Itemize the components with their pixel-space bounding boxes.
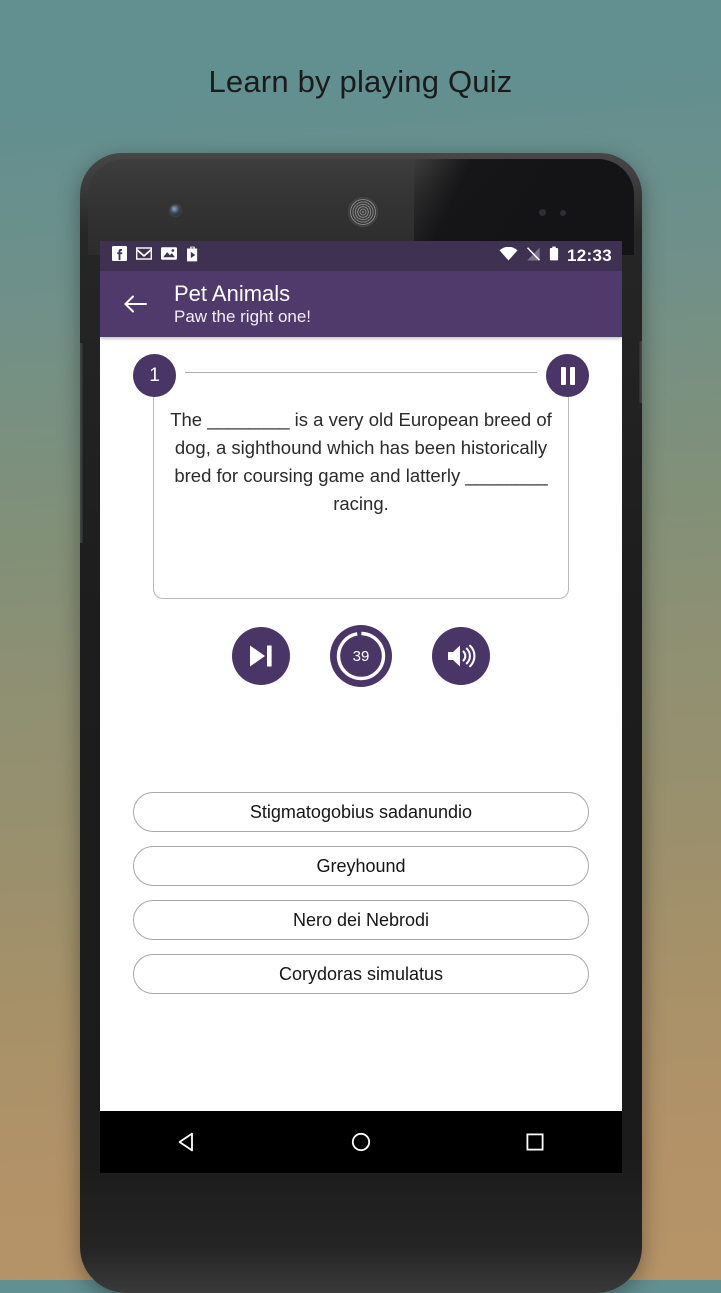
status-bar-notifications: [112, 246, 199, 267]
app-bar-subtitle: Paw the right one!: [174, 306, 312, 326]
no-signal-icon: [526, 246, 541, 266]
facebook-icon: [112, 246, 127, 266]
question-number-value: 1: [149, 364, 160, 386]
app-bar-titles: Pet Animals Paw the right one!: [174, 281, 311, 328]
skip-next-icon: [250, 645, 272, 667]
nav-back-triangle-icon: [178, 1132, 193, 1152]
question-card-wrapper: 1 The ________ is a very old European br…: [133, 354, 589, 599]
nav-recents-square-icon: [526, 1133, 544, 1151]
question-number-badge: 1: [133, 354, 176, 397]
page-title: Learn by playing Quiz: [208, 64, 513, 99]
gmail-icon: [136, 247, 152, 265]
back-arrow-icon[interactable]: [122, 291, 148, 317]
nav-recents-button[interactable]: [503, 1122, 567, 1162]
nav-home-button[interactable]: [329, 1122, 393, 1162]
pause-icon-bar-left: [560, 366, 566, 385]
quiz-content: 1 The ________ is a very old European br…: [100, 337, 622, 1111]
answer-option[interactable]: Corydoras simulatus: [133, 954, 589, 994]
phone-device: 12:33 Pet Animals Paw the right one! 1 T…: [80, 153, 642, 1293]
question-card-top-gap: [167, 367, 555, 379]
app-bar-title: Pet Animals: [174, 280, 291, 306]
play-store-icon: [186, 246, 199, 267]
skip-button[interactable]: [232, 627, 290, 685]
earpiece-speaker-icon: [348, 197, 378, 227]
sound-on-icon: [448, 644, 476, 668]
app-bar: Pet Animals Paw the right one!: [100, 271, 622, 337]
answer-options: Stigmatogobius sadanundio Greyhound Nero…: [133, 792, 589, 994]
wifi-icon: [499, 246, 518, 266]
phone-screen: 12:33 Pet Animals Paw the right one! 1 T…: [100, 241, 622, 1111]
answer-option[interactable]: Greyhound: [133, 846, 589, 886]
timer-button[interactable]: 39: [330, 625, 392, 687]
volume-rocker-button[interactable]: [80, 343, 83, 543]
status-bar: 12:33: [100, 241, 622, 271]
question-text: The ________ is a very old European bree…: [170, 409, 552, 514]
quiz-controls: 39: [100, 625, 622, 687]
nav-back-button[interactable]: [155, 1122, 219, 1162]
pause-button[interactable]: [546, 354, 589, 397]
front-camera-icon: [170, 205, 181, 216]
ambient-light-sensor-icon: [560, 210, 566, 216]
power-button[interactable]: [639, 341, 642, 403]
sound-button[interactable]: [432, 627, 490, 685]
nav-home-circle-icon: [351, 1132, 371, 1152]
pause-icon-bar-right: [569, 366, 575, 385]
timer-value: 39: [352, 647, 370, 665]
question-progress-line: [185, 372, 537, 373]
battery-icon: [549, 246, 559, 266]
photos-icon: [161, 247, 177, 265]
status-bar-system-icons: 12:33: [499, 246, 612, 266]
android-navigation-bar: [100, 1111, 622, 1173]
status-bar-clock: 12:33: [567, 246, 612, 265]
answer-option[interactable]: Nero dei Nebrodi: [133, 900, 589, 940]
proximity-sensor-icon: [539, 209, 546, 216]
answer-option[interactable]: Stigmatogobius sadanundio: [133, 792, 589, 832]
